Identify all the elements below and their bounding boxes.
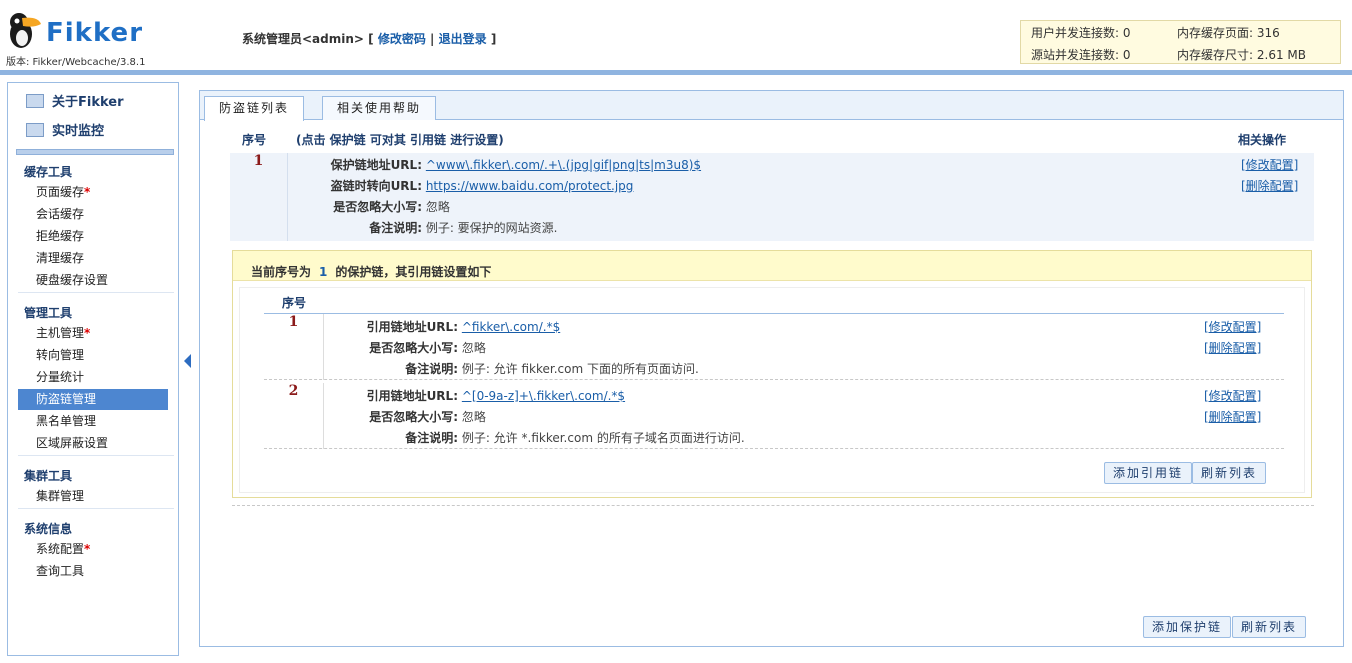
referer-col-index: 序号	[282, 296, 307, 310]
sidebar-item-clear-cache[interactable]: 清理缓存	[18, 248, 168, 269]
referer-ignore-case: 是否忽略大小写: 忽略	[369, 341, 486, 355]
sidebar-item-host[interactable]: 主机管理*	[18, 323, 168, 344]
sidebar-item-disk-cache[interactable]: 硬盘缓存设置	[18, 270, 168, 291]
referer-delete-link[interactable]: [删除配置]	[1204, 339, 1261, 356]
referer-index: 2	[264, 383, 324, 449]
referer-note: 备注说明: 例子: 允许 fikker.com 下面的所有页面访问.	[405, 362, 699, 376]
monitor-icon	[26, 93, 44, 108]
user-conn-stat: 用户并发连接数: 0	[1031, 26, 1131, 40]
chain-index: 1	[230, 153, 288, 241]
refresh-referer-button[interactable]: 刷新列表	[1192, 462, 1267, 484]
group-system-info: 系统信息	[24, 522, 73, 536]
chart-icon	[26, 122, 44, 137]
change-password-link[interactable]: 修改密码	[378, 32, 426, 46]
group-divider	[18, 292, 174, 293]
fikker-bird-logo	[10, 13, 41, 48]
referer-panel-title: 当前序号为 1 的保护链，其引用链设置如下	[251, 265, 492, 279]
tab-hotlink-list[interactable]: 防盗链列表	[204, 96, 305, 121]
sidebar-item-hotlink[interactable]: 防盗链管理	[18, 389, 168, 410]
referer-url: 引用链地址URL: ^fikker\.com/.*$	[366, 320, 561, 334]
referer-panel-header: 当前序号为 1 的保护链，其引用链设置如下	[233, 251, 1311, 281]
col-index-header: 序号	[242, 133, 267, 147]
add-protect-chain-button[interactable]: 添加保护链	[1143, 616, 1232, 638]
chain-ignore-case: 是否忽略大小写: 忽略	[333, 200, 450, 214]
logo: Fikker 版本: Fikker/Webcache/3.8.1	[4, 8, 174, 68]
referer-note: 备注说明: 例子: 允许 *.fikker.com 的所有子域名页面进行访问.	[405, 431, 745, 445]
group-cache-tools: 缓存工具	[24, 165, 73, 179]
sidebar-separator	[16, 149, 174, 155]
chain-redirect-link[interactable]: https://www.baidu.com/protect.jpg	[426, 179, 634, 193]
group-divider	[18, 508, 174, 509]
sidebar-item-session-cache[interactable]: 会话缓存	[18, 204, 168, 225]
sidebar-item-about[interactable]: 关于Fikker	[26, 91, 124, 110]
sidebar-item-system-config[interactable]: 系统配置*	[18, 539, 168, 560]
referer-delete-link[interactable]: [删除配置]	[1204, 408, 1261, 425]
sidebar-item-blacklist[interactable]: 黑名单管理	[18, 411, 168, 432]
col-hint-header: (点击 保护链 可对其 引用链 进行设置)	[296, 133, 504, 147]
chain-note: 备注说明: 例子: 要保护的网站资源.	[369, 221, 558, 235]
sidebar-item-page-cache[interactable]: 页面缓存*	[18, 182, 168, 203]
bracket-open: [	[368, 32, 374, 46]
referer-row[interactable]: 1 引用链地址URL: ^fikker\.com/.*$ 是否忽略大小写: 忽略…	[264, 314, 1284, 380]
refresh-list-button[interactable]: 刷新列表	[1232, 616, 1307, 638]
referer-url: 引用链地址URL: ^[0-9a-z]+\.fikker\.com/.*$	[366, 389, 626, 403]
chain-url-link[interactable]: ^www\.fikker\.com/.+\.(jpg|gif|png|ts|m3…	[426, 158, 701, 172]
header: Fikker 版本: Fikker/Webcache/3.8.1 系统管理员<a…	[0, 0, 1352, 70]
col-ops-header: 相关操作	[1238, 133, 1287, 147]
chain-redirect: 盗链时转向URL: https://www.baidu.com/protect.…	[330, 179, 634, 193]
user-name: 系统管理员<admin>	[242, 32, 364, 46]
bracket-close: ]	[490, 32, 497, 46]
version-text: 版本: Fikker/Webcache/3.8.1	[6, 57, 146, 68]
sidebar-item-redirect[interactable]: 转向管理	[18, 345, 168, 366]
sidebar: 关于Fikker 实时监控 缓存工具 页面缓存* 会话缓存 拒绝缓存 清理缓存 …	[7, 82, 179, 656]
header-divider	[0, 70, 1352, 75]
referer-edit-link[interactable]: [修改配置]	[1204, 387, 1261, 404]
mem-pages-stat: 内存缓存页面: 316	[1177, 26, 1280, 40]
user-bar-separator: |	[430, 32, 435, 46]
tab-help[interactable]: 相关使用帮助	[322, 96, 437, 120]
referer-list: 序号 1 引用链地址URL: ^fikker\.com/.*$ 是否忽略大小写:…	[239, 287, 1305, 493]
referer-index: 1	[264, 314, 324, 380]
sidebar-item-stats[interactable]: 分量统计	[18, 367, 168, 388]
sidebar-item-reject-cache[interactable]: 拒绝缓存	[18, 226, 168, 247]
chain-url: 保护链地址URL: ^www\.fikker\.com/.+\.(jpg|gif…	[330, 158, 702, 172]
add-referer-button[interactable]: 添加引用链	[1104, 462, 1193, 484]
logout-link[interactable]: 退出登录	[439, 32, 487, 46]
group-divider	[18, 455, 174, 456]
mem-size-stat: 内存缓存尺寸: 2.61 MB	[1177, 48, 1306, 62]
referer-url-link[interactable]: ^fikker\.com/.*$	[462, 320, 560, 334]
group-management-tools: 管理工具	[24, 306, 73, 320]
referer-ignore-case: 是否忽略大小写: 忽略	[369, 410, 486, 424]
main-panel: 防盗链列表 相关使用帮助 序号 (点击 保护链 可对其 引用链 进行设置) 相关…	[199, 90, 1344, 647]
referer-row[interactable]: 2 引用链地址URL: ^[0-9a-z]+\.fikker\.com/.*$ …	[264, 383, 1284, 449]
chain-edit-link[interactable]: [修改配置]	[1241, 156, 1298, 173]
sidebar-item-region-block[interactable]: 区域屏蔽设置	[18, 433, 168, 454]
referer-panel: 当前序号为 1 的保护链，其引用链设置如下 序号 1 引用链地址URL: ^fikk…	[232, 250, 1312, 498]
brand-name: Fikker	[46, 18, 144, 48]
tab-strip: 防盗链列表 相关使用帮助	[200, 91, 1343, 121]
user-bar: 系统管理员<admin> [ 修改密码 | 退出登录 ]	[242, 30, 496, 47]
sidebar-item-cluster[interactable]: 集群管理	[18, 486, 168, 507]
stats-panel: 用户并发连接数: 0 源站并发连接数: 0 内存缓存页面: 316 内存缓存尺寸…	[1020, 20, 1341, 64]
collapse-sidebar-icon[interactable]	[184, 354, 191, 368]
referer-edit-link[interactable]: [修改配置]	[1204, 318, 1261, 335]
chain-delete-link[interactable]: [删除配置]	[1241, 177, 1298, 194]
referer-url-link[interactable]: ^[0-9a-z]+\.fikker\.com/.*$	[462, 389, 625, 403]
list-end-divider	[232, 505, 1314, 506]
origin-conn-stat: 源站并发连接数: 0	[1031, 48, 1131, 62]
group-cluster-tools: 集群工具	[24, 469, 73, 483]
sidebar-item-monitor[interactable]: 实时监控	[26, 120, 104, 139]
sidebar-item-query-tool[interactable]: 查询工具	[18, 561, 168, 582]
protect-chain-row[interactable]: 1 保护链地址URL: ^www\.fikker\.com/.+\.(jpg|g…	[230, 153, 1314, 241]
